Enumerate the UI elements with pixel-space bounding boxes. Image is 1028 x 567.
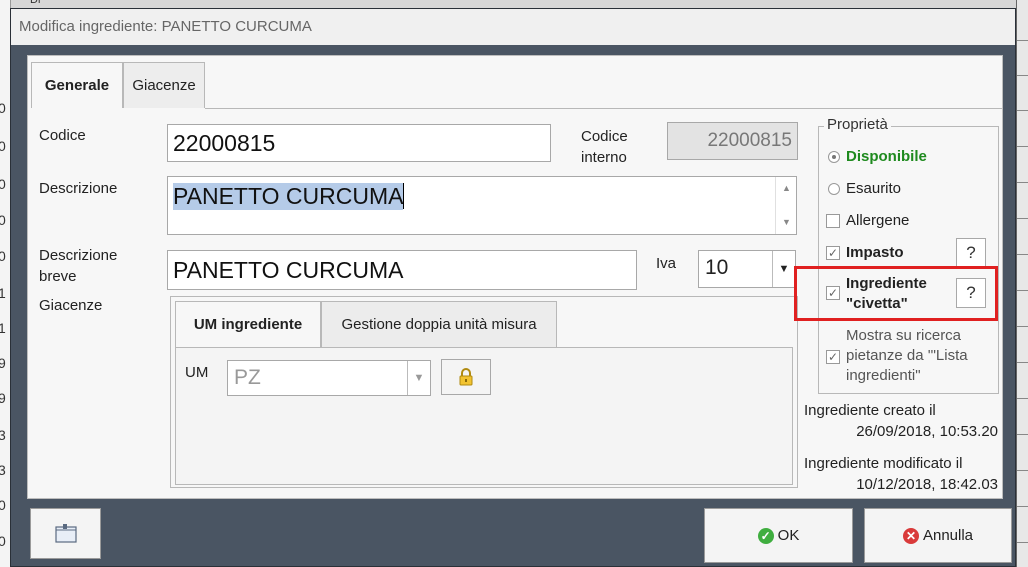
background-right-column xyxy=(1016,0,1028,567)
bg-digit: 3 xyxy=(0,462,6,478)
codice-input[interactable]: 22000815 xyxy=(167,124,551,162)
proprieta-title: Proprietà xyxy=(824,116,891,133)
tab-generale[interactable]: Generale xyxy=(31,62,123,108)
codice-interno-label-line2: interno xyxy=(581,149,627,166)
notes-button[interactable] xyxy=(30,508,101,559)
modified-label: Ingrediente modificato il xyxy=(804,455,963,472)
bg-digit: 1 xyxy=(0,285,6,301)
bg-digit: 9 xyxy=(0,355,6,371)
modified-value: 10/12/2018, 18:42.03 xyxy=(856,476,998,493)
codice-value: 22000815 xyxy=(173,129,276,156)
codice-interno-label-line1: Codice xyxy=(581,128,628,145)
descrizione-breve-label-line2: breve xyxy=(39,268,77,285)
codice-label: Codice xyxy=(39,127,86,144)
bg-digit: 1 xyxy=(0,320,6,336)
checkbox-impasto[interactable]: ✓ Impasto xyxy=(826,243,904,263)
edit-ingredient-dialog: Modifica ingrediente: PANETTO CURCUMA Ge… xyxy=(10,8,1016,567)
descrizione-textarea[interactable]: PANETTO CURCUMA ▲ ▼ xyxy=(167,176,797,235)
annulla-button[interactable]: ✕ Annulla xyxy=(864,508,1012,563)
lock-icon xyxy=(459,368,473,386)
descrizione-scrollbar[interactable]: ▲ ▼ xyxy=(775,177,796,234)
descrizione-breve-input[interactable]: PANETTO CURCUMA xyxy=(167,250,637,290)
giacenze-label: Giacenze xyxy=(39,297,103,314)
bg-digit: 0 xyxy=(0,176,6,192)
radio-selected-icon xyxy=(828,151,840,163)
codice-interno-input: 22000815 xyxy=(667,122,798,160)
tab-giacenze[interactable]: Giacenze xyxy=(123,62,205,108)
check-icon: ✓ xyxy=(826,350,840,364)
esaurito-label: Esaurito xyxy=(846,180,902,197)
created-label: Ingrediente creato il xyxy=(804,402,936,419)
scroll-up-icon[interactable]: ▲ xyxy=(782,183,791,193)
chevron-down-icon[interactable]: ▼ xyxy=(772,251,795,287)
radio-unselected-icon xyxy=(828,183,840,195)
codice-interno-label: Codice interno xyxy=(581,126,628,168)
iva-value: 10 xyxy=(705,256,729,279)
bg-digit: 0 xyxy=(0,497,6,513)
modified-info: Ingrediente modificato il 10/12/2018, 18… xyxy=(804,453,998,495)
ok-button[interactable]: ✓ OK xyxy=(704,508,853,563)
bg-digit: 0 xyxy=(0,138,6,154)
tab-gestione-doppia-unita[interactable]: Gestione doppia unità misura xyxy=(321,301,557,347)
descrizione-breve-label: Descrizione breve xyxy=(39,245,117,287)
mostra-label: Mostra su ricerca pietanze da '"Lista in… xyxy=(846,326,968,386)
allergene-label: Allergene xyxy=(846,212,910,229)
mostra-label-line2: pietanze da '"Lista xyxy=(846,347,968,364)
bg-digit: 3 xyxy=(0,427,6,443)
um-content: UM PZ ▼ xyxy=(175,347,793,485)
impasto-help-button[interactable]: ? xyxy=(956,238,986,268)
created-value: 26/09/2018, 10:53.20 xyxy=(856,423,998,440)
descrizione-breve-value: PANETTO CURCUMA xyxy=(173,256,404,283)
tab-um-ingrediente[interactable]: UM ingrediente xyxy=(175,301,321,347)
codice-interno-value: 22000815 xyxy=(707,130,792,151)
dialog-title: Modifica ingrediente: PANETTO CURCUMA xyxy=(19,18,312,35)
bg-digit: 0 xyxy=(0,533,6,549)
ok-label: OK xyxy=(777,527,800,544)
descrizione-label: Descrizione xyxy=(39,180,118,197)
lock-button[interactable] xyxy=(441,359,491,395)
created-info: Ingrediente creato il 26/09/2018, 10:53.… xyxy=(804,400,998,442)
civetta-highlight-box xyxy=(794,266,998,321)
descrizione-breve-label-line1: Descrizione xyxy=(39,247,118,264)
annulla-label: Annulla xyxy=(922,527,974,544)
check-icon: ✓ xyxy=(826,246,840,260)
bg-digit: 0 xyxy=(0,248,6,264)
radio-esaurito[interactable]: Esaurito xyxy=(828,179,901,199)
main-panel: Generale Giacenze Codice 22000815 Codice… xyxy=(27,55,1003,499)
iva-select[interactable]: 10 ▼ xyxy=(698,250,796,288)
checkbox-empty-icon xyxy=(826,214,840,228)
descrizione-value: PANETTO CURCUMA xyxy=(173,183,404,210)
tab-divider xyxy=(205,108,1002,109)
bg-digit: 9 xyxy=(0,390,6,406)
disponibile-label: Disponibile xyxy=(846,148,927,165)
checkbox-mostra-ricerca[interactable]: ✓ Mostra su ricerca pietanze da '"Lista … xyxy=(826,326,968,386)
scroll-down-icon[interactable]: ▼ xyxy=(782,217,791,227)
iva-label: Iva xyxy=(656,255,677,272)
radio-disponibile[interactable]: Disponibile xyxy=(828,147,927,167)
note-icon xyxy=(54,523,77,543)
mostra-label-line3: ingredienti" xyxy=(846,367,921,384)
um-label: UM xyxy=(185,364,209,381)
background-header-text: Di xyxy=(30,0,41,6)
mostra-label-line1: Mostra su ricerca xyxy=(846,327,962,344)
chevron-down-icon[interactable]: ▼ xyxy=(407,361,430,395)
text-caret xyxy=(403,183,405,209)
impasto-label: Impasto xyxy=(846,244,904,261)
ok-check-icon: ✓ xyxy=(757,527,774,544)
checkbox-allergene[interactable]: Allergene xyxy=(826,211,909,231)
giacenze-panel: UM ingrediente Gestione doppia unità mis… xyxy=(170,296,798,488)
um-select[interactable]: PZ ▼ xyxy=(227,360,431,396)
dialog-titlebar[interactable]: Modifica ingrediente: PANETTO CURCUMA xyxy=(11,9,1015,45)
bg-digit: 0 xyxy=(0,212,6,228)
bg-digit: 0 xyxy=(0,100,6,116)
cancel-x-icon: ✕ xyxy=(902,527,919,544)
um-value: PZ xyxy=(234,366,261,389)
